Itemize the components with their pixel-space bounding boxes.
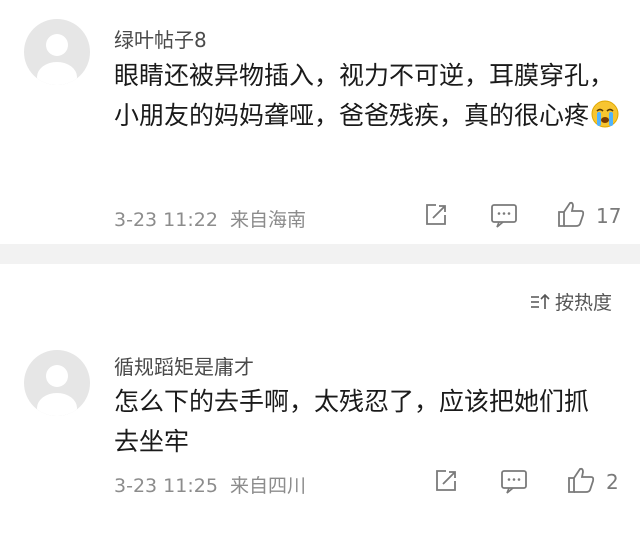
comment-item: 绿叶帖子8 眼睛还被异物插入，视力不可逆，耳膜穿孔，小朋友的妈妈聋哑，爸爸残疾，…: [0, 0, 640, 244]
reply-icon[interactable]: [500, 468, 528, 498]
avatar[interactable]: [24, 350, 90, 416]
sort-by-hotness-button[interactable]: 按热度: [529, 288, 612, 315]
default-avatar-icon: [37, 365, 77, 416]
comment-text-content: 眼睛还被异物插入，视力不可逆，耳膜穿孔，小朋友的妈妈聋哑，爸爸残疾，真的很心疼: [114, 61, 615, 130]
share-icon[interactable]: [423, 202, 449, 232]
like-count: 2: [606, 470, 619, 494]
reply-icon[interactable]: [490, 202, 518, 232]
like-icon[interactable]: [556, 200, 586, 232]
comment-meta: 3-23 11:22 来自海南: [114, 205, 306, 232]
crying-face-emoji-icon: [591, 100, 619, 140]
sort-label: 按热度: [554, 292, 612, 314]
comment-meta: 3-23 11:25 来自四川: [114, 471, 306, 498]
avatar[interactable]: [24, 19, 90, 85]
comment-date: 3-23 11:25: [114, 475, 218, 497]
default-avatar-icon: [37, 34, 77, 85]
comment-location: 来自四川: [229, 475, 306, 497]
like-count: 17: [596, 204, 622, 228]
comment-username[interactable]: 循规蹈矩是庸才: [114, 351, 254, 380]
comment-text: 怎么下的去手啊，太残忍了，应该把她们抓去坐牢: [114, 387, 590, 456]
comment-item: 循规蹈矩是庸才 怎么下的去手啊，太残忍了，应该把她们抓去坐牢 3-23 11:2…: [0, 330, 640, 555]
like-icon[interactable]: [566, 466, 596, 498]
comment-location: 来自海南: [229, 209, 306, 231]
comment-date: 3-23 11:22: [114, 209, 218, 231]
share-icon[interactable]: [433, 468, 459, 498]
comment-text: 眼睛还被异物插入，视力不可逆，耳膜穿孔，小朋友的妈妈聋哑，爸爸残疾，真的很心疼: [114, 56, 624, 140]
comment-username[interactable]: 绿叶帖子8: [114, 24, 207, 53]
section-divider: [0, 244, 640, 264]
sort-icon: [530, 293, 550, 309]
